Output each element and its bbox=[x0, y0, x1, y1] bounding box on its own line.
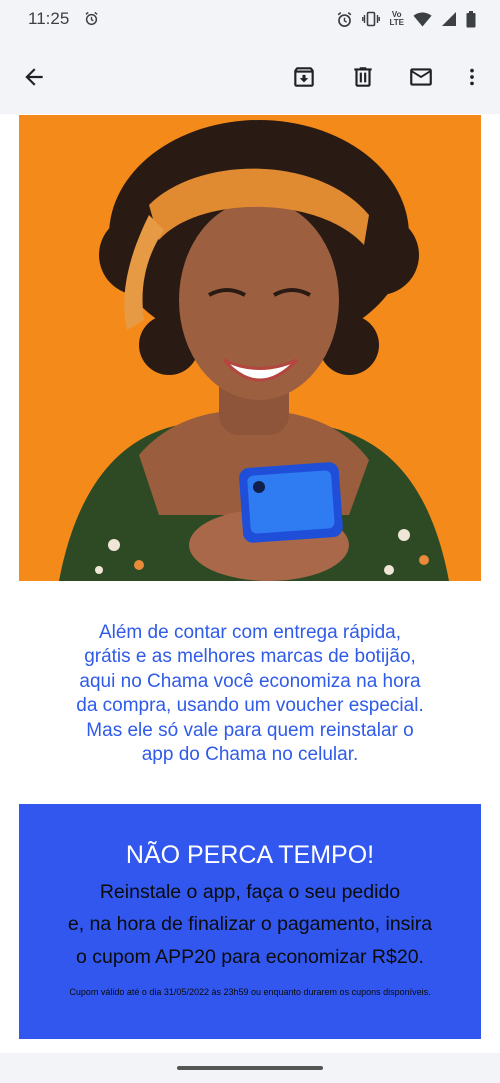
body-line: Mas ele só vale para quem reinstalar o bbox=[86, 719, 414, 741]
status-icons: Vo LTE bbox=[336, 9, 476, 29]
body-line: grátis e as melhores marcas de botijão, bbox=[84, 646, 416, 668]
home-indicator[interactable] bbox=[177, 1066, 323, 1070]
body-line: aqui no Chama você economiza na hora bbox=[79, 670, 421, 692]
vibrate-icon bbox=[362, 11, 381, 27]
archive-icon[interactable] bbox=[291, 64, 317, 90]
alarm-icon bbox=[84, 11, 99, 26]
volte-bottom-label: LTE bbox=[389, 18, 404, 27]
body-line: Além de contar com entrega rápida, bbox=[98, 622, 402, 643]
more-vert-icon[interactable] bbox=[461, 64, 483, 90]
system-nav-bar bbox=[0, 1053, 500, 1083]
delete-icon[interactable] bbox=[350, 64, 376, 90]
promo-banner: NÃO PERCA TEMPO! Reinstale o app, faça o… bbox=[19, 804, 481, 1039]
mark-unread-icon[interactable] bbox=[408, 64, 434, 90]
body-line: da compra, usando um voucher especial. bbox=[76, 695, 424, 717]
coupon-terms: Cupom válido até o dia 31/05/2022 às 23h… bbox=[69, 987, 431, 997]
volte-icon: Vo LTE bbox=[389, 11, 404, 27]
signal-icon bbox=[441, 11, 457, 27]
battery-icon bbox=[466, 10, 476, 28]
status-bar: 11:25 Vo LTE bbox=[0, 0, 500, 38]
email-body-text: Além de contar com entrega rápida, gráti… bbox=[40, 621, 460, 767]
promo-line: Reinstale o app, faça o seu pedido bbox=[99, 881, 401, 903]
hero-image bbox=[19, 115, 481, 581]
body-line: app do Chama no celular. bbox=[141, 744, 359, 766]
status-time: 11:25 bbox=[28, 9, 70, 28]
email-toolbar bbox=[0, 38, 500, 114]
promo-title: NÃO PERCA TEMPO! bbox=[125, 841, 375, 869]
back-arrow-icon[interactable] bbox=[21, 64, 47, 90]
wifi-icon bbox=[413, 12, 432, 27]
promo-line: e, na hora de finalizar o pagamento, ins… bbox=[67, 913, 433, 935]
alarm-icon bbox=[336, 11, 353, 28]
promo-line: o cupom APP20 para economizar R$20. bbox=[76, 946, 424, 968]
